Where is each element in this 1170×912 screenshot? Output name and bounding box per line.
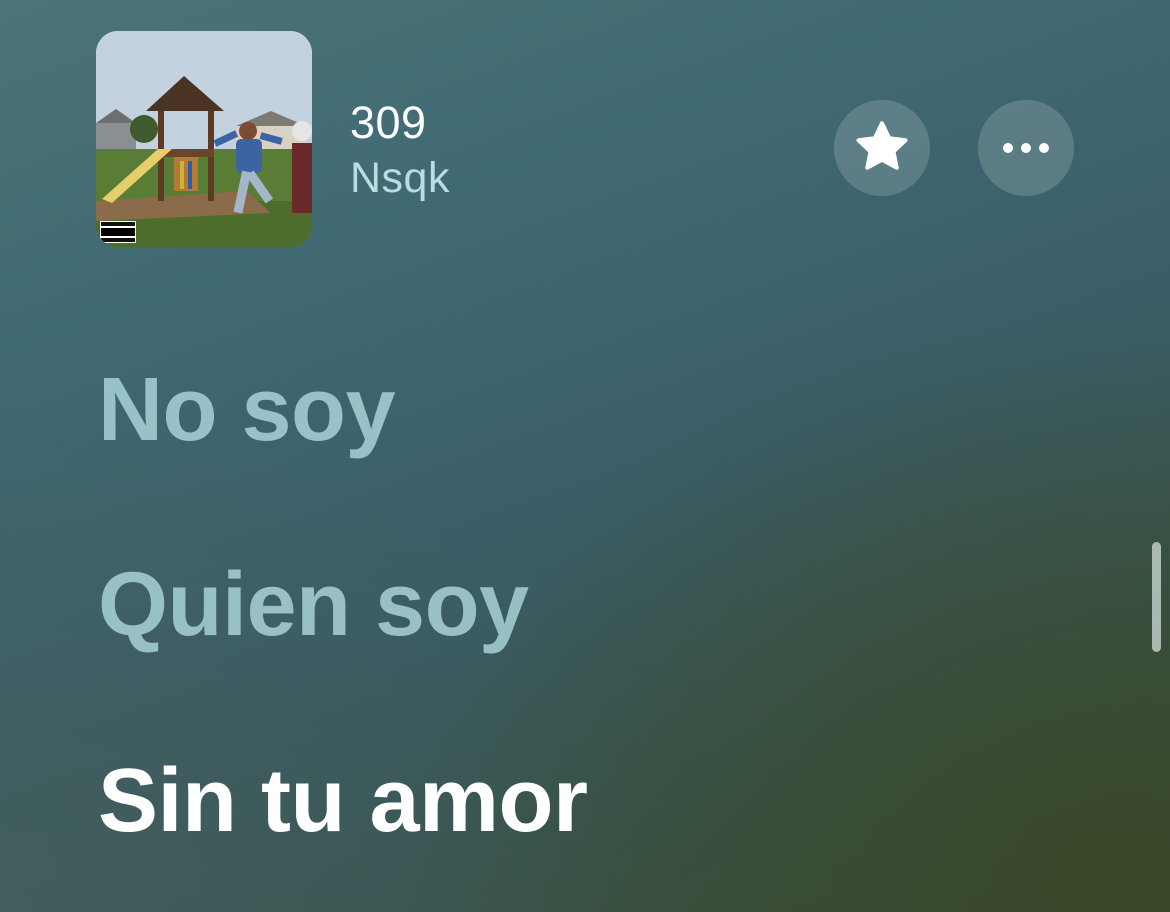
ellipsis-icon [1003, 143, 1049, 153]
scroll-indicator[interactable] [1152, 542, 1161, 652]
now-playing-header: 309 Nsqk [0, 0, 1170, 260]
track-info[interactable]: 309 Nsqk [350, 97, 450, 204]
more-options-button[interactable] [978, 100, 1074, 196]
lyric-line-current[interactable]: Sin tu amor [98, 751, 588, 851]
star-icon [856, 121, 908, 170]
track-artist[interactable]: Nsqk [350, 152, 450, 204]
lyric-line[interactable]: Quien soy [98, 555, 529, 655]
track-title: 309 [350, 97, 427, 148]
favorite-button[interactable] [834, 100, 930, 196]
lyric-line[interactable]: No soy [98, 360, 396, 460]
album-artwork[interactable] [96, 31, 312, 247]
